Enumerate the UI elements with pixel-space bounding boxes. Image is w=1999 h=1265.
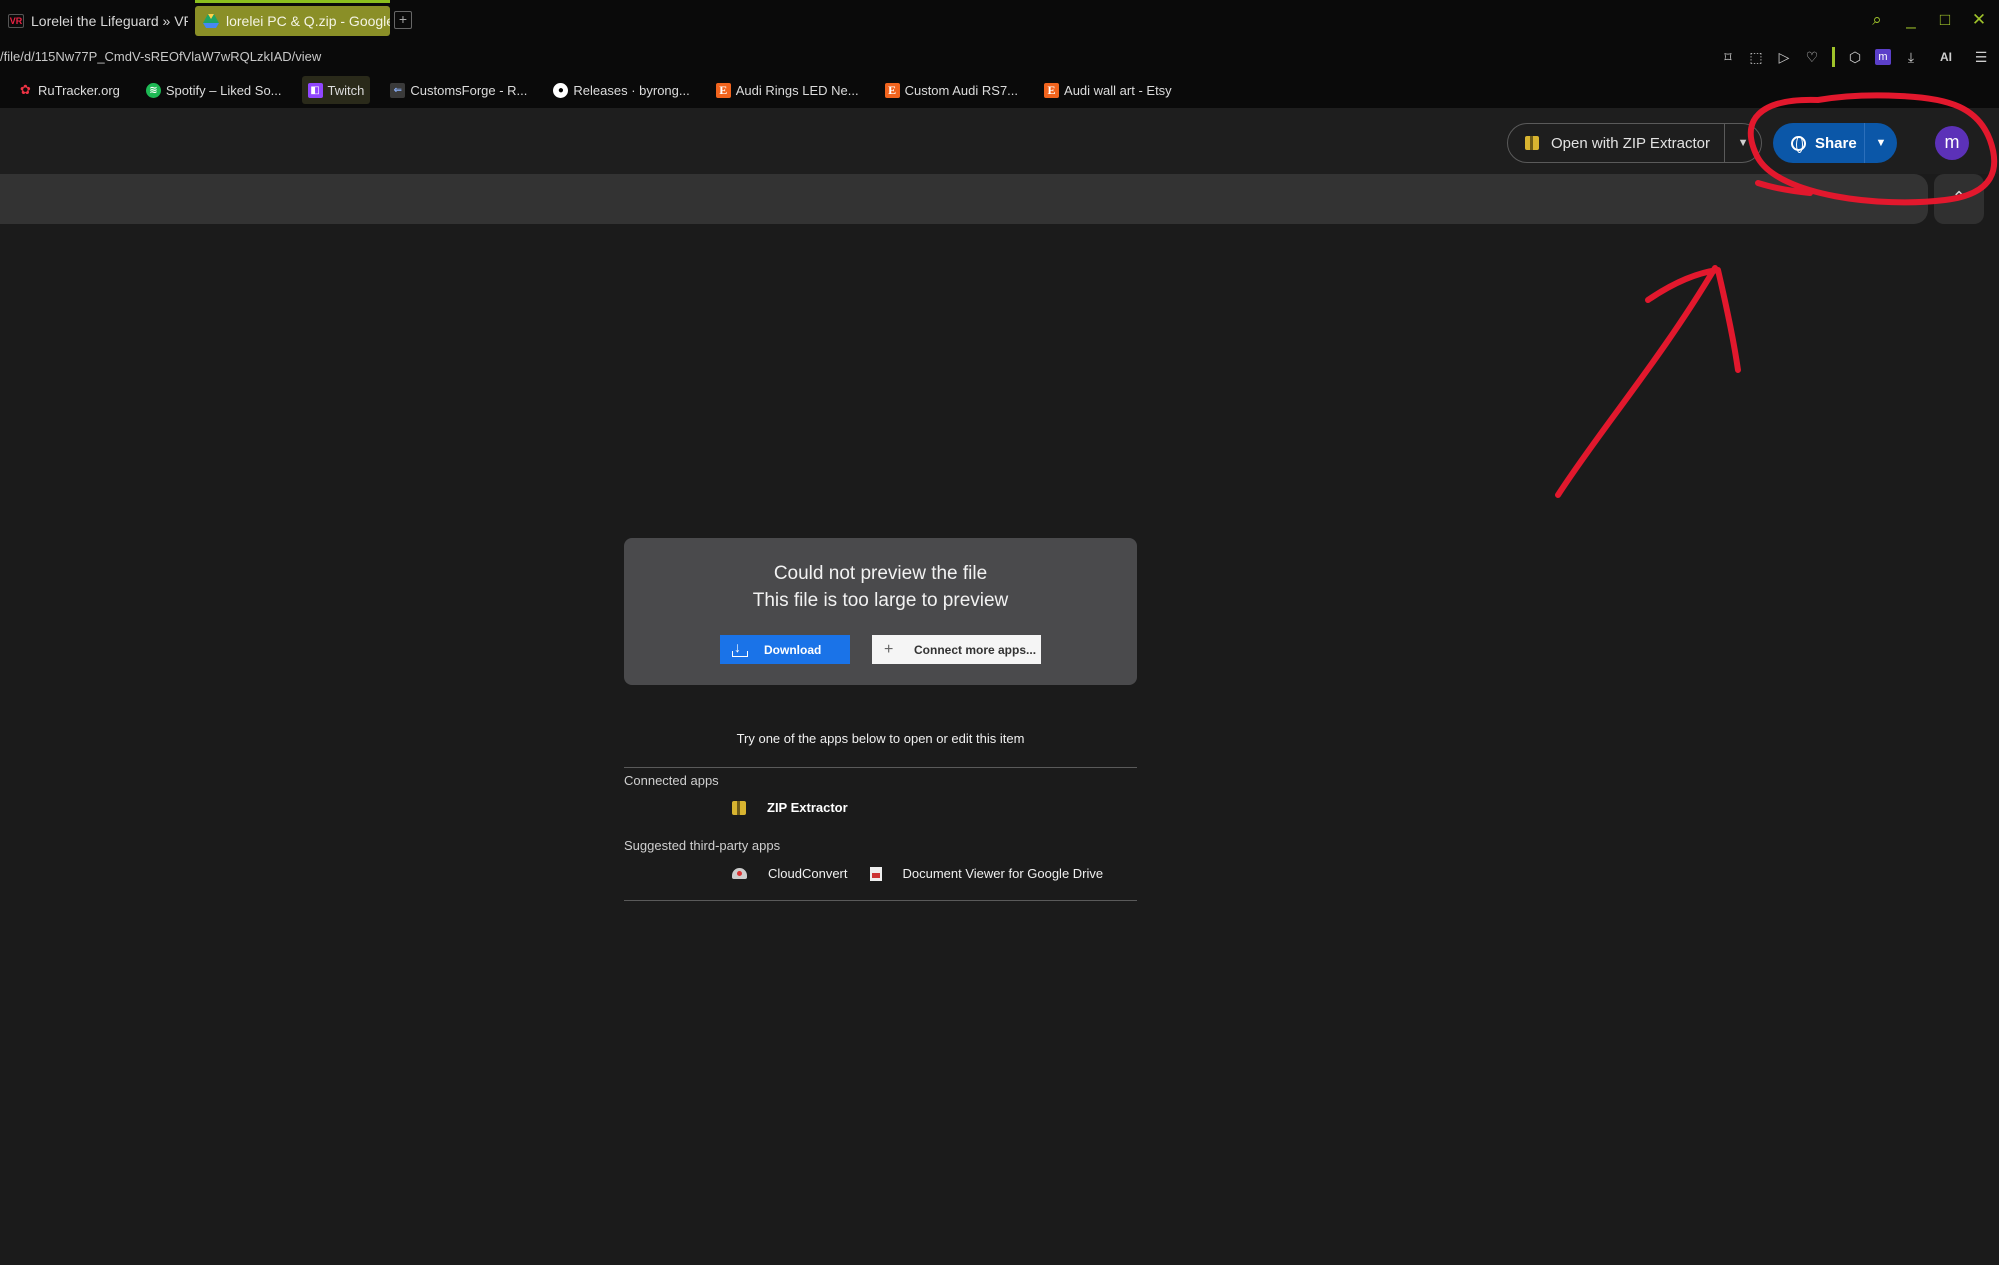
details-strip	[0, 174, 1928, 224]
toolbar-separator	[1832, 47, 1835, 67]
google-drive-icon	[203, 14, 219, 28]
download-label: Download	[764, 642, 822, 657]
etsy-icon: E	[884, 82, 900, 98]
open-with-label: Open with ZIP Extractor	[1551, 134, 1710, 152]
document-viewer-icon	[869, 866, 882, 881]
download-icon	[732, 639, 748, 657]
app-name: CloudConvert	[768, 866, 848, 881]
bookmark-label: Audi Rings LED Ne...	[735, 82, 859, 98]
rutracker-icon: ✿	[20, 82, 31, 97]
bookmark-label: Releases · byrong...	[573, 82, 690, 98]
bookmark-spotify[interactable]: ≋ Spotify – Liked So...	[140, 76, 288, 104]
bookmark-github-releases[interactable]: ● Releases · byrong...	[547, 76, 695, 104]
open-with-main[interactable]: Open with ZIP Extractor	[1508, 124, 1726, 162]
app-name: ZIP Extractor	[767, 800, 848, 815]
connected-app-zip-extractor[interactable]: ZIP Extractor	[732, 800, 848, 815]
open-with-button[interactable]: Open with ZIP Extractor ▼	[1507, 123, 1762, 163]
tab-title: lorelei PC & Q.zip - Google	[226, 13, 390, 29]
screenshot-icon[interactable]: ⬚	[1748, 49, 1764, 66]
collapse-button[interactable]: ⌃	[1934, 174, 1984, 224]
etsy-icon: E	[715, 82, 731, 98]
close-icon[interactable]: ✕	[1969, 10, 1989, 30]
apps-prompt: Try one of the apps below to open or edi…	[736, 731, 1025, 746]
open-with-dropdown[interactable]: ▼	[1725, 137, 1761, 149]
bookmark-label: Audi wall art - Etsy	[1064, 82, 1172, 98]
connected-apps-heading: Connected apps	[624, 773, 719, 788]
share-button[interactable]: Share ▼	[1773, 123, 1897, 163]
zip-extractor-icon	[732, 800, 746, 815]
bookmark-twitch[interactable]: ◧ Twitch	[301, 76, 371, 104]
avatar[interactable]: m	[1935, 126, 1969, 160]
tab-google-drive-zip[interactable]: lorelei PC & Q.zip - Google	[195, 6, 390, 36]
suggested-apps-heading: Suggested third-party apps	[624, 838, 781, 853]
share-label: Share	[1815, 134, 1857, 152]
connect-label: Connect more apps...	[914, 642, 1037, 657]
customsforge-icon: ⇐	[390, 82, 406, 98]
bookmark-label: Spotify – Liked So...	[165, 82, 282, 98]
maximize-icon[interactable]: □	[1935, 10, 1955, 30]
url-text[interactable]: /file/d/115Nw77P_CmdV-sREOfVlaW7wRQLzkIA…	[0, 49, 321, 64]
preview-error-card: Could not preview the file This file is …	[624, 538, 1137, 685]
suggested-app-cloudconvert[interactable]: CloudConvert	[732, 866, 848, 881]
twitch-icon: ◧	[307, 82, 323, 98]
cloudconvert-icon	[732, 868, 747, 879]
bookmark-label: Custom Audi RS7...	[904, 82, 1019, 98]
bookmarks-bar: ✿ RuTracker.org ≋ Spotify – Liked So... …	[0, 72, 1999, 108]
ai-icon[interactable]: AI	[1931, 50, 1961, 64]
vr-favicon-icon: VR	[8, 14, 24, 28]
share-dropdown[interactable]: ▼	[1865, 137, 1897, 149]
tab-title: Lorelei the Lifeguard » VR...	[31, 13, 188, 29]
browser-tools: ⌑ ⬚ ▷ ♡ ⬡ m ⤓ AI ☰	[1720, 47, 1989, 67]
window-controls: ⌕ _ □ ✕	[1867, 10, 1989, 30]
preview-error-message: Could not preview the file This file is …	[624, 560, 1137, 614]
caret-down-icon: ▼	[1875, 137, 1887, 149]
bookmark-label: RuTracker.org	[38, 82, 120, 98]
search-icon[interactable]: ⌕	[1867, 10, 1887, 30]
annotation-arrow-shaft	[1555, 265, 1718, 498]
menu-icon[interactable]: ☰	[1973, 49, 1989, 66]
globe-icon	[1791, 135, 1806, 153]
heart-icon[interactable]: ♡	[1804, 49, 1820, 66]
bookmark-label: CustomsForge - R...	[410, 82, 528, 98]
plus-icon: +	[884, 640, 894, 658]
tab-lorelei-vr[interactable]: VR Lorelei the Lifeguard » VR...	[0, 6, 188, 36]
caret-down-icon: ▼	[1737, 137, 1749, 149]
connect-more-apps-button[interactable]: + Connect more apps...	[872, 635, 1041, 664]
browser-tab-bar: VR Lorelei the Lifeguard » VR... lorelei…	[0, 0, 1999, 42]
annotation-arrow-head	[1645, 267, 1741, 373]
divider	[624, 767, 1137, 768]
suggested-apps-list: CloudConvert Document Viewer for Google …	[732, 866, 1103, 881]
download-button[interactable]: Download	[720, 635, 850, 664]
bookmark-custom-audi[interactable]: E Custom Audi RS7...	[879, 76, 1024, 104]
spotify-icon: ≋	[145, 82, 161, 98]
zip-extractor-icon	[1525, 136, 1539, 150]
address-bar: /file/d/115Nw77P_CmdV-sREOfVlaW7wRQLzkIA…	[0, 42, 1999, 72]
extensions-icon[interactable]: ⬡	[1847, 49, 1863, 66]
minimize-icon[interactable]: _	[1901, 10, 1921, 30]
share-main[interactable]: Share	[1773, 123, 1865, 163]
bookmark-audi-wall-art[interactable]: E Audi wall art - Etsy	[1038, 76, 1178, 104]
bookmark-customsforge[interactable]: ⇐ CustomsForge - R...	[384, 76, 533, 104]
chevron-up-icon: ⌃	[1951, 188, 1967, 208]
preview-error-subtitle: This file is too large to preview	[752, 590, 1009, 611]
extension-m-icon[interactable]: m	[1875, 49, 1891, 65]
bookmark-icon[interactable]: ⌑	[1720, 49, 1736, 66]
download-icon[interactable]: ⤓	[1903, 49, 1919, 66]
bookmark-audi-rings[interactable]: E Audi Rings LED Ne...	[710, 76, 865, 104]
bookmark-rutracker[interactable]: ✿ RuTracker.org	[12, 76, 126, 104]
divider	[624, 900, 1137, 901]
etsy-icon: E	[1044, 82, 1060, 98]
new-tab-button[interactable]: +	[394, 11, 412, 29]
active-tab-indicator	[195, 0, 390, 3]
preview-error-title: Could not preview the file	[773, 563, 988, 584]
play-icon[interactable]: ▷	[1776, 49, 1792, 66]
suggested-app-document-viewer[interactable]: Document Viewer for Google Drive	[869, 866, 1104, 881]
bookmark-label: Twitch	[327, 82, 365, 98]
app-name: Document Viewer for Google Drive	[902, 866, 1104, 881]
github-icon: ●	[553, 82, 569, 98]
